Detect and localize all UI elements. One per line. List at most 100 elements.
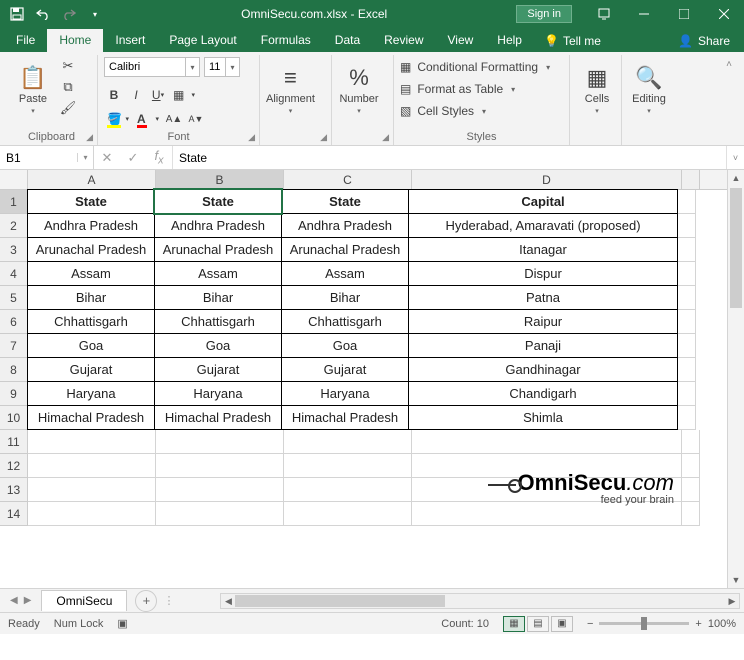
cell[interactable] <box>678 334 696 358</box>
signin-button[interactable]: Sign in <box>516 5 572 23</box>
cell[interactable] <box>678 262 696 286</box>
format-as-table-button[interactable]: ▤Format as Table▾ <box>400 79 550 99</box>
tab-help[interactable]: Help <box>485 29 534 52</box>
cell[interactable]: Goa <box>281 333 409 358</box>
row-header[interactable]: 2 <box>0 214 28 238</box>
cell[interactable]: Patna <box>408 285 678 310</box>
name-box[interactable]: B1 <box>0 146 77 169</box>
cell[interactable]: State <box>281 189 409 214</box>
cell[interactable] <box>678 238 696 262</box>
cell[interactable] <box>678 190 696 214</box>
select-all-button[interactable] <box>0 170 28 189</box>
cell[interactable] <box>678 214 696 238</box>
row-header[interactable]: 13 <box>0 478 28 502</box>
row-header[interactable]: 1 <box>0 190 28 214</box>
row-header[interactable]: 5 <box>0 286 28 310</box>
cut-button[interactable]: ✂ <box>58 57 78 75</box>
add-sheet-button[interactable]: + <box>135 590 157 612</box>
expand-formula-button[interactable]: ˅ <box>726 146 744 169</box>
cell[interactable]: Andhra Pradesh <box>281 213 409 238</box>
cell[interactable] <box>28 502 156 526</box>
macro-record-icon[interactable]: ▣ <box>117 617 127 630</box>
cell[interactable] <box>412 502 682 526</box>
cell[interactable] <box>28 454 156 478</box>
name-box-dd[interactable]: ▾ <box>77 153 93 162</box>
cell[interactable]: Haryana <box>27 381 155 406</box>
cell[interactable] <box>678 406 696 430</box>
cell[interactable] <box>284 502 412 526</box>
cell[interactable] <box>678 358 696 382</box>
cell[interactable]: Goa <box>154 333 282 358</box>
vscroll-thumb[interactable] <box>730 188 742 308</box>
cell[interactable]: Gujarat <box>154 357 282 382</box>
cell[interactable] <box>28 478 156 502</box>
cell[interactable] <box>678 286 696 310</box>
row-header[interactable]: 10 <box>0 406 28 430</box>
cell[interactable]: Bihar <box>281 285 409 310</box>
font-name-dd[interactable]: ▾ <box>186 57 200 77</box>
cell[interactable] <box>412 478 682 502</box>
enter-formula-button[interactable]: ✓ <box>120 150 146 166</box>
insert-function-button[interactable]: fx <box>146 148 172 167</box>
close-button[interactable] <box>704 0 744 28</box>
tab-insert[interactable]: Insert <box>103 29 157 52</box>
view-normal-button[interactable]: ▦ <box>503 616 525 632</box>
cell[interactable] <box>682 454 700 478</box>
tab-data[interactable]: Data <box>323 29 372 52</box>
cell[interactable]: State <box>27 189 155 214</box>
conditional-formatting-button[interactable]: ▦Conditional Formatting▾ <box>400 57 550 77</box>
cell[interactable]: Goa <box>27 333 155 358</box>
view-page-layout-button[interactable]: ▤ <box>527 616 549 632</box>
row-header[interactable]: 3 <box>0 238 28 262</box>
row-header[interactable]: 11 <box>0 430 28 454</box>
cell[interactable] <box>682 502 700 526</box>
row-header[interactable]: 14 <box>0 502 28 526</box>
cell[interactable]: Assam <box>154 261 282 286</box>
row-header[interactable]: 7 <box>0 334 28 358</box>
cell[interactable]: Haryana <box>154 381 282 406</box>
cell[interactable] <box>678 382 696 406</box>
font-size-dd[interactable]: ▾ <box>226 57 240 77</box>
row-header[interactable]: 8 <box>0 358 28 382</box>
tellme-search[interactable]: 💡Tell me <box>534 30 611 52</box>
cell[interactable]: Himachal Pradesh <box>27 405 155 430</box>
grow-font-button[interactable]: A▲ <box>164 109 184 129</box>
cell[interactable] <box>156 454 284 478</box>
zoom-level[interactable]: 100% <box>708 618 736 630</box>
cell[interactable] <box>284 430 412 454</box>
maximize-button[interactable] <box>664 0 704 28</box>
editing-button[interactable]: 🔍Editing▾ <box>628 57 670 123</box>
cell[interactable] <box>682 430 700 454</box>
share-button[interactable]: 👤Share <box>664 30 744 52</box>
cell[interactable]: Chhattisgarh <box>154 309 282 334</box>
sheet-nav-next[interactable]: ▶ <box>24 595 32 606</box>
qat-customize[interactable]: ▾ <box>84 3 106 25</box>
vertical-scrollbar[interactable]: ▲ ▼ <box>727 170 744 588</box>
cell[interactable] <box>678 310 696 334</box>
cell[interactable]: Capital <box>408 189 678 214</box>
cell[interactable]: Chhattisgarh <box>281 309 409 334</box>
cell[interactable]: Chhattisgarh <box>27 309 155 334</box>
hscroll-thumb[interactable] <box>235 595 445 607</box>
column-header[interactable] <box>682 170 700 189</box>
row-header[interactable]: 6 <box>0 310 28 334</box>
clipboard-launcher[interactable]: ◢ <box>86 132 93 143</box>
font-launcher[interactable]: ◢ <box>248 132 255 143</box>
cell[interactable]: Arunachal Pradesh <box>281 237 409 262</box>
horizontal-scrollbar[interactable]: ◀ ▶ <box>220 593 740 609</box>
cell[interactable] <box>156 430 284 454</box>
view-page-break-button[interactable]: ▣ <box>551 616 573 632</box>
column-header[interactable]: D <box>412 170 682 189</box>
column-header[interactable]: A <box>28 170 156 189</box>
number-format-button[interactable]: %Number▾ <box>338 57 380 123</box>
cell[interactable] <box>156 502 284 526</box>
zoom-in-button[interactable]: + <box>695 618 701 630</box>
zoom-slider[interactable] <box>599 622 689 625</box>
cell[interactable]: Arunachal Pradesh <box>27 237 155 262</box>
save-button[interactable] <box>6 3 28 25</box>
italic-button[interactable]: I <box>126 85 146 105</box>
column-header[interactable]: B <box>156 170 284 189</box>
cell[interactable] <box>284 478 412 502</box>
undo-button[interactable] <box>32 3 54 25</box>
underline-button[interactable]: U▾ <box>148 85 168 105</box>
